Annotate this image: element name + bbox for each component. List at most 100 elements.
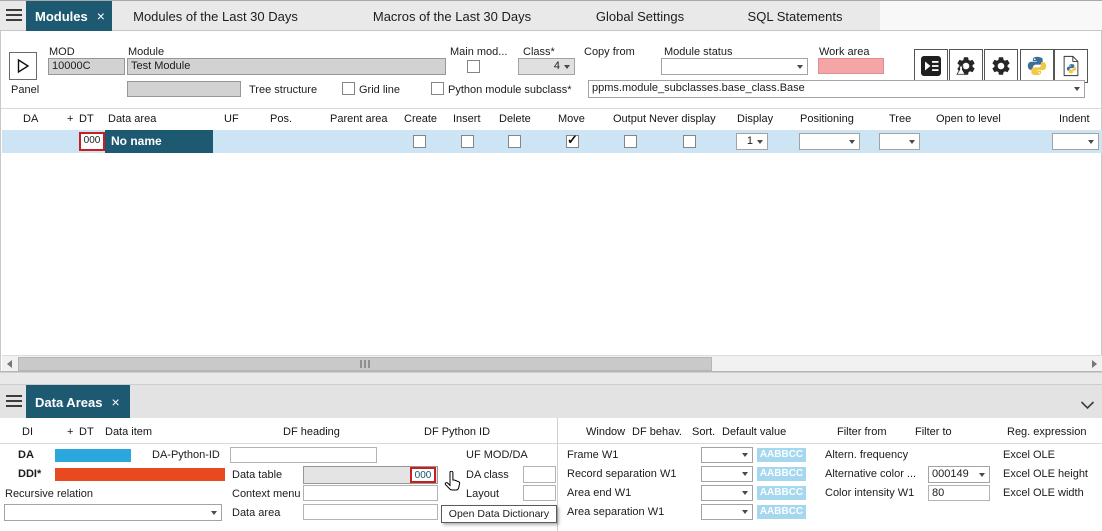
col-header-output: Output — [613, 113, 646, 125]
col-header-open-to-level: Open to level — [936, 113, 1001, 125]
python-button[interactable] — [1020, 49, 1054, 83]
module-tools-button[interactable] — [949, 49, 983, 83]
hamburger-menu-icon-bottom[interactable] — [6, 395, 22, 410]
color-intensity-w1-label: Color intensity W1 — [825, 487, 914, 499]
scrollbar-thumb[interactable] — [18, 357, 712, 371]
data-area-name-cell[interactable]: No name — [105, 130, 213, 153]
collapse-panel-button[interactable] — [1080, 397, 1095, 415]
mod-field[interactable]: 10000C — [48, 58, 125, 75]
tooltip: Open Data Dictionary — [441, 505, 557, 523]
da-label: DA — [18, 449, 34, 461]
dt-cell[interactable]: 000 — [79, 132, 105, 151]
panel-field[interactable] — [127, 81, 241, 97]
display-select[interactable]: 1 — [736, 133, 768, 150]
close-icon[interactable]: × — [97, 9, 105, 23]
frame-w1-select[interactable] — [701, 447, 753, 463]
main-mod-checkbox[interactable] — [467, 60, 480, 73]
data-table-value[interactable]: 000 — [410, 467, 436, 483]
layout-field[interactable] — [523, 485, 556, 501]
insert-checkbox[interactable] — [461, 135, 474, 148]
record-separation-color-badge[interactable]: AABBCC — [757, 467, 806, 481]
divider — [0, 443, 1102, 444]
layout-label: Layout — [466, 488, 499, 500]
tab-sql-statements[interactable]: SQL Statements — [727, 9, 863, 24]
tab-global-settings[interactable]: Global Settings — [572, 9, 708, 24]
mouse-cursor — [444, 471, 461, 497]
indent-select[interactable] — [1052, 133, 1099, 150]
tab-data-areas-label: Data Areas — [35, 395, 102, 410]
altern-frequency-label: Altern. frequency — [825, 449, 908, 461]
never-display-checkbox[interactable] — [683, 135, 696, 148]
app-window: Modules × Modules of the Last 30 Days Ma… — [0, 0, 1102, 531]
col-header-dt: DT — [79, 113, 94, 125]
area-separation-color-badge[interactable]: AABBCC — [757, 505, 806, 519]
alternative-color-select[interactable]: 000149 — [928, 466, 990, 483]
excel-ole-width-label: Excel OLE width — [1003, 487, 1084, 499]
add-item-button[interactable]: + — [67, 426, 73, 438]
data-area-field[interactable] — [303, 504, 438, 520]
class-label: Class* — [523, 46, 555, 58]
scroll-right-arrow[interactable] — [1092, 360, 1097, 368]
module-status-select[interactable] — [661, 58, 808, 75]
excel-ole-height-label: Excel OLE height — [1003, 468, 1088, 480]
tab-macros-last-30-days[interactable]: Macros of the Last 30 Days — [357, 9, 547, 24]
tree-structure-label: Tree structure — [249, 84, 317, 96]
delete-checkbox[interactable] — [508, 135, 521, 148]
col-header-display: Display — [737, 113, 773, 125]
scroll-left-arrow[interactable] — [7, 360, 12, 368]
positioning-select[interactable] — [799, 133, 860, 150]
col-header-window: Window — [586, 426, 625, 438]
col-header-default-value: Default value — [722, 426, 786, 438]
panel-splitter[interactable] — [0, 372, 1102, 384]
col-header-parent-area: Parent area — [330, 113, 387, 125]
horizontal-scrollbar[interactable] — [2, 355, 1102, 371]
frame-w1-color-badge[interactable]: AABBCC — [757, 448, 806, 462]
col-header-data-area: Data area — [108, 113, 156, 125]
class-select[interactable]: 4 — [518, 58, 575, 75]
run-module-button[interactable] — [9, 52, 37, 80]
color-intensity-field[interactable]: 80 — [928, 485, 990, 501]
area-end-color-badge[interactable]: AABBCC — [757, 486, 806, 500]
context-menu-label: Context menu — [232, 488, 300, 500]
col-header-uf: UF — [224, 113, 239, 125]
module-name-field[interactable]: Test Module — [127, 58, 446, 75]
hamburger-menu-icon[interactable] — [6, 9, 22, 24]
da-python-id-field[interactable] — [230, 447, 377, 463]
da-class-field[interactable] — [523, 466, 556, 483]
context-menu-field[interactable] — [303, 485, 438, 501]
area-separation-w1-select[interactable] — [701, 504, 753, 520]
move-checkbox[interactable]: ✓ — [566, 135, 579, 148]
frame-w1-label: Frame W1 — [567, 449, 618, 461]
data-table-field[interactable]: 000 — [303, 466, 438, 484]
tab-modules-last-30-days[interactable]: Modules of the Last 30 Days — [118, 9, 313, 24]
output-checkbox[interactable] — [624, 135, 637, 148]
area-end-w1-select[interactable] — [701, 485, 753, 501]
tree-select[interactable] — [879, 133, 920, 150]
add-row-button[interactable]: + — [67, 113, 73, 125]
run-list-button[interactable] — [914, 49, 948, 83]
grid-line-checkbox[interactable] — [342, 82, 355, 95]
tab-data-areas[interactable]: Data Areas × — [26, 385, 130, 419]
run-list-icon — [920, 55, 942, 77]
col-header-delete: Delete — [499, 113, 531, 125]
module-label: Module — [128, 46, 164, 58]
recursive-relation-select[interactable] — [4, 504, 222, 521]
settings-button[interactable] — [984, 49, 1018, 83]
da-field[interactable] — [55, 449, 131, 462]
col-header-insert: Insert — [453, 113, 481, 125]
col-header-dt-bottom: DT — [79, 426, 94, 438]
record-separation-w1-select[interactable] — [701, 466, 753, 482]
ddi-field[interactable] — [55, 468, 225, 481]
create-checkbox[interactable] — [413, 135, 426, 148]
chevron-down-icon — [1080, 401, 1095, 410]
python-subclass-checkbox[interactable] — [431, 82, 444, 95]
copy-from-label: Copy from — [584, 46, 635, 58]
python-subclass-select[interactable]: ppms.module_subclasses.base_class.Base — [588, 80, 1085, 98]
python-file-button[interactable] — [1054, 49, 1088, 83]
table-row[interactable]: 000 No name ✓ 1 — [2, 130, 1102, 153]
close-icon[interactable]: × — [111, 395, 119, 409]
module-status-label: Module status — [664, 46, 732, 58]
python-logo-icon — [1026, 55, 1048, 77]
tab-modules[interactable]: Modules × — [26, 1, 112, 31]
work-area-field[interactable] — [818, 58, 884, 74]
